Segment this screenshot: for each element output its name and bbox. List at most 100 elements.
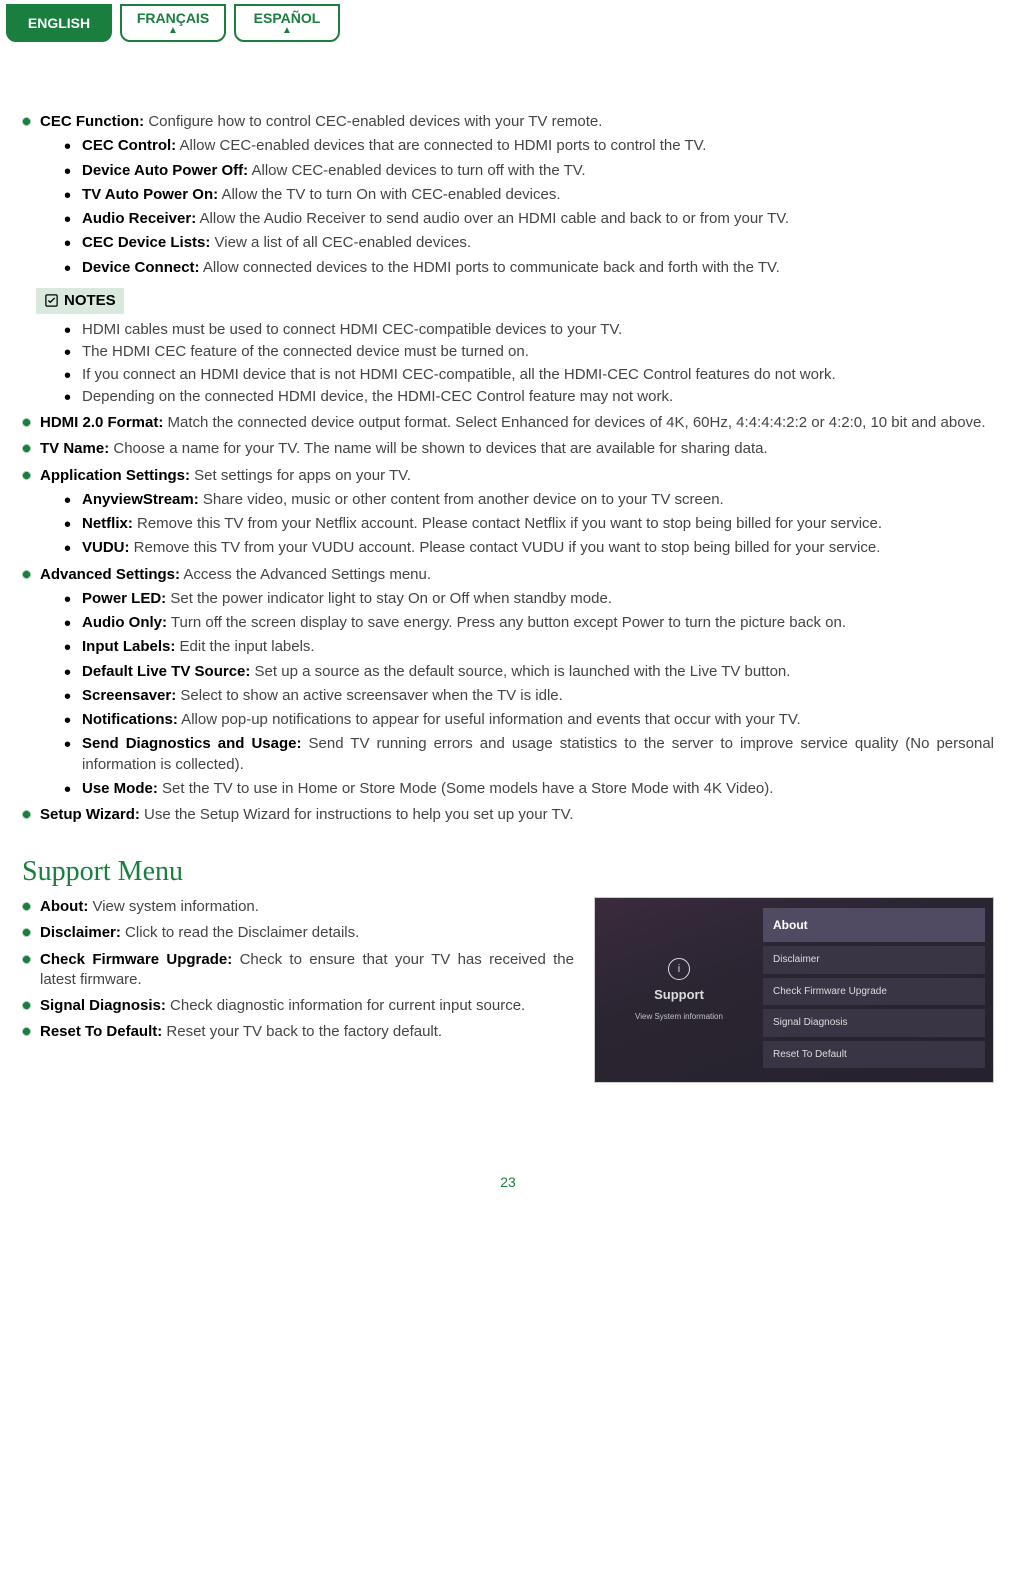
chevron-up-icon: ▲ [168,26,178,36]
sub-cec-list: CEC Device Lists: View a list of all CEC… [64,233,994,253]
check-icon [44,293,59,308]
item-tvname: TV Name: Choose a name for your TV. The … [22,439,994,459]
sub-use-mode: Use Mode: Set the TV to use in Home or S… [64,779,994,799]
item-advanced: Advanced Settings: Access the Advanced S… [22,565,994,800]
sub-title: Screensaver: [82,687,176,704]
sub-desc: Set the TV to use in Home or Store Mode … [158,780,774,797]
sub-desc: Allow CEC-enabled devices to turn off wi… [248,162,585,179]
sub-desc: Turn off the screen display to save ener… [167,614,846,631]
item-desc: Set settings for apps on your TV. [190,467,411,484]
sub-anyview: AnyviewStream: Share video, music or oth… [64,490,994,510]
sub-title: Input Labels: [82,638,175,655]
support-heading: Support Menu [22,853,994,891]
item-reset: Reset To Default: Reset your TV back to … [22,1022,574,1042]
info-icon: i [668,958,690,980]
sub-title: Notifications: [82,711,178,728]
item-desc: Use the Setup Wizard for instructions to… [140,806,574,823]
sub-title: Power LED: [82,590,166,607]
menu-row-firmware[interactable]: Check Firmware Upgrade [763,978,985,1006]
item-apps: Application Settings: Set settings for a… [22,466,994,559]
item-desc: Reset your TV back to the factory defaul… [162,1023,442,1040]
tab-english[interactable]: ENGLISH [6,4,112,42]
item-desc: Check diagnostic information for current… [166,997,525,1014]
item-desc: View system information. [88,898,259,915]
sub-title: Netflix: [82,515,133,532]
cec-sublist: CEC Control: Allow CEC-enabled devices t… [64,136,994,278]
screenshot-subtitle: View System information [635,1012,723,1023]
item-desc: Choose a name for your TV. The name will… [109,440,767,457]
sub-title: Audio Receiver: [82,210,196,227]
item-about: About: View system information. [22,897,574,917]
sub-cec-control: CEC Control: Allow CEC-enabled devices t… [64,136,994,156]
sub-desc: Share video, music or other content from… [199,491,724,508]
support-section: About: View system information. Disclaim… [22,897,994,1083]
sub-title: TV Auto Power On: [82,186,218,203]
tab-english-label: ENGLISH [28,15,90,31]
menu-row-about[interactable]: About [763,908,985,942]
sub-desc: Allow pop-up notifications to appear for… [178,711,801,728]
advanced-sublist: Power LED: Set the power indicator light… [64,589,994,799]
item-wizard: Setup Wizard: Use the Setup Wizard for i… [22,805,994,825]
tab-espanol[interactable]: ESPAÑOL▲ [234,4,340,42]
sub-desc: Edit the input labels. [175,638,314,655]
sub-auto-off: Device Auto Power Off: Allow CEC-enabled… [64,161,994,181]
notes-list: HDMI cables must be used to connect HDMI… [64,320,994,407]
item-title: Signal Diagnosis: [40,997,166,1014]
screenshot-menu: About Disclaimer Check Firmware Upgrade … [763,898,993,1082]
item-title: CEC Function: [40,113,144,130]
sub-diagnostics: Send Diagnostics and Usage: Send TV runn… [64,734,994,775]
sub-notifications: Notifications: Allow pop-up notification… [64,710,994,730]
notes-badge: NOTES [36,288,124,314]
item-title: HDMI 2.0 Format: [40,414,163,431]
menu-row-reset[interactable]: Reset To Default [763,1041,985,1069]
sub-desc: Allow CEC-enabled devices that are conne… [176,137,706,154]
language-tabs: ENGLISH FRANÇAIS▲ ESPAÑOL▲ [0,0,1016,42]
sub-audio-receiver: Audio Receiver: Allow the Audio Receiver… [64,209,994,229]
sub-desc: Remove this TV from your VUDU account. P… [130,539,881,556]
tab-francais[interactable]: FRANÇAIS▲ [120,4,226,42]
page-number: 23 [22,1173,994,1192]
sub-auto-on: TV Auto Power On: Allow the TV to turn O… [64,185,994,205]
sub-desc: Allow the TV to turn On with CEC-enabled… [218,186,560,203]
sub-default-source: Default Live TV Source: Set up a source … [64,662,994,682]
sub-desc: Allow the Audio Receiver to send audio o… [196,210,789,227]
note-item: Depending on the connected HDMI device, … [64,387,994,407]
menu-row-signal[interactable]: Signal Diagnosis [763,1009,985,1037]
page-content: CEC Function: Configure how to control C… [0,42,1016,1222]
tab-espanol-label: ESPAÑOL [254,10,321,26]
item-title: Advanced Settings: [40,566,180,583]
item-desc: Match the connected device output format… [163,414,985,431]
sub-vudu: VUDU: Remove this TV from your VUDU acco… [64,538,994,558]
note-item: If you connect an HDMI device that is no… [64,365,994,385]
item-title: Application Settings: [40,467,190,484]
sub-title: Device Connect: [82,259,200,276]
sub-title: VUDU: [82,539,130,556]
sub-desc: Remove this TV from your Netflix account… [133,515,882,532]
item-cec-function: CEC Function: Configure how to control C… [22,112,994,407]
sub-device-connect: Device Connect: Allow connected devices … [64,258,994,278]
menu-row-disclaimer[interactable]: Disclaimer [763,946,985,974]
sub-title: CEC Device Lists: [82,234,210,251]
sub-title: Send Diagnostics and Usage: [82,735,301,752]
sub-title: Device Auto Power Off: [82,162,248,179]
sub-input-labels: Input Labels: Edit the input labels. [64,637,994,657]
sub-audio-only: Audio Only: Turn off the screen display … [64,613,994,633]
item-firmware: Check Firmware Upgrade: Check to ensure … [22,950,574,991]
sub-title: CEC Control: [82,137,176,154]
item-title: Reset To Default: [40,1023,162,1040]
apps-sublist: AnyviewStream: Share video, music or oth… [64,490,994,559]
item-desc: Click to read the Disclaimer details. [121,924,359,941]
sub-desc: View a list of all CEC-enabled devices. [210,234,471,251]
support-screenshot: i Support View System information About … [594,897,994,1083]
item-title: Disclaimer: [40,924,121,941]
item-title: Check Firmware Upgrade: [40,951,232,968]
screenshot-title: Support [654,986,704,1004]
sub-power-led: Power LED: Set the power indicator light… [64,589,994,609]
sub-netflix: Netflix: Remove this TV from your Netfli… [64,514,994,534]
item-desc: Configure how to control CEC-enabled dev… [144,113,602,130]
item-title: About: [40,898,88,915]
chevron-up-icon: ▲ [282,26,292,36]
sub-title: Use Mode: [82,780,158,797]
sub-title: Audio Only: [82,614,167,631]
sub-desc: Set up a source as the default source, w… [250,663,790,680]
